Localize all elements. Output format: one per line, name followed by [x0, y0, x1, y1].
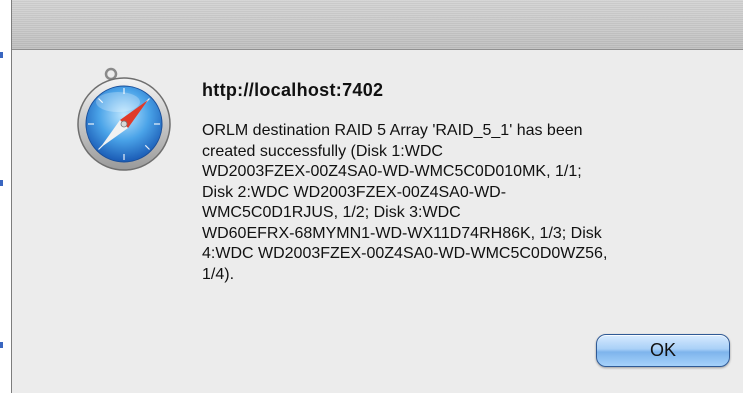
dialog-title: http://localhost:7402 [202, 80, 384, 100]
message-line: 1/4). [202, 265, 235, 283]
dialog-message: ORLM destination RAID 5 Array 'RAID_5_1'… [202, 121, 732, 285]
message-line: WMC5C0D1RJUS, 1/2; Disk 3:WDC [202, 204, 461, 221]
alert-dialog: http://localhost:7402 ORLM destination R… [11, 0, 743, 393]
message-line: WD2003FZEX-00Z4SA0-WD-WMC5C0D010MK, 1/1; [202, 163, 582, 180]
message-line: created successfully (Disk 1:WDC [202, 142, 443, 160]
dialog-titlebar [12, 0, 743, 50]
message-line: WD60EFRX-68MYMN1-WD-WX11D74RH86K, 1/3; D… [202, 224, 602, 242]
message-line: 4:WDC WD2003FZEX-00Z4SA0-WD-WMC5C0D0WZ56… [202, 245, 608, 262]
message-line: ORLM destination RAID 5 Array 'RAID_5_1'… [202, 122, 583, 139]
message-line: Disk 2:WDC WD2003FZEX-00Z4SA0-WD- [202, 183, 507, 201]
safari-compass-icon [74, 66, 184, 176]
ok-button[interactable]: OK [596, 334, 730, 367]
